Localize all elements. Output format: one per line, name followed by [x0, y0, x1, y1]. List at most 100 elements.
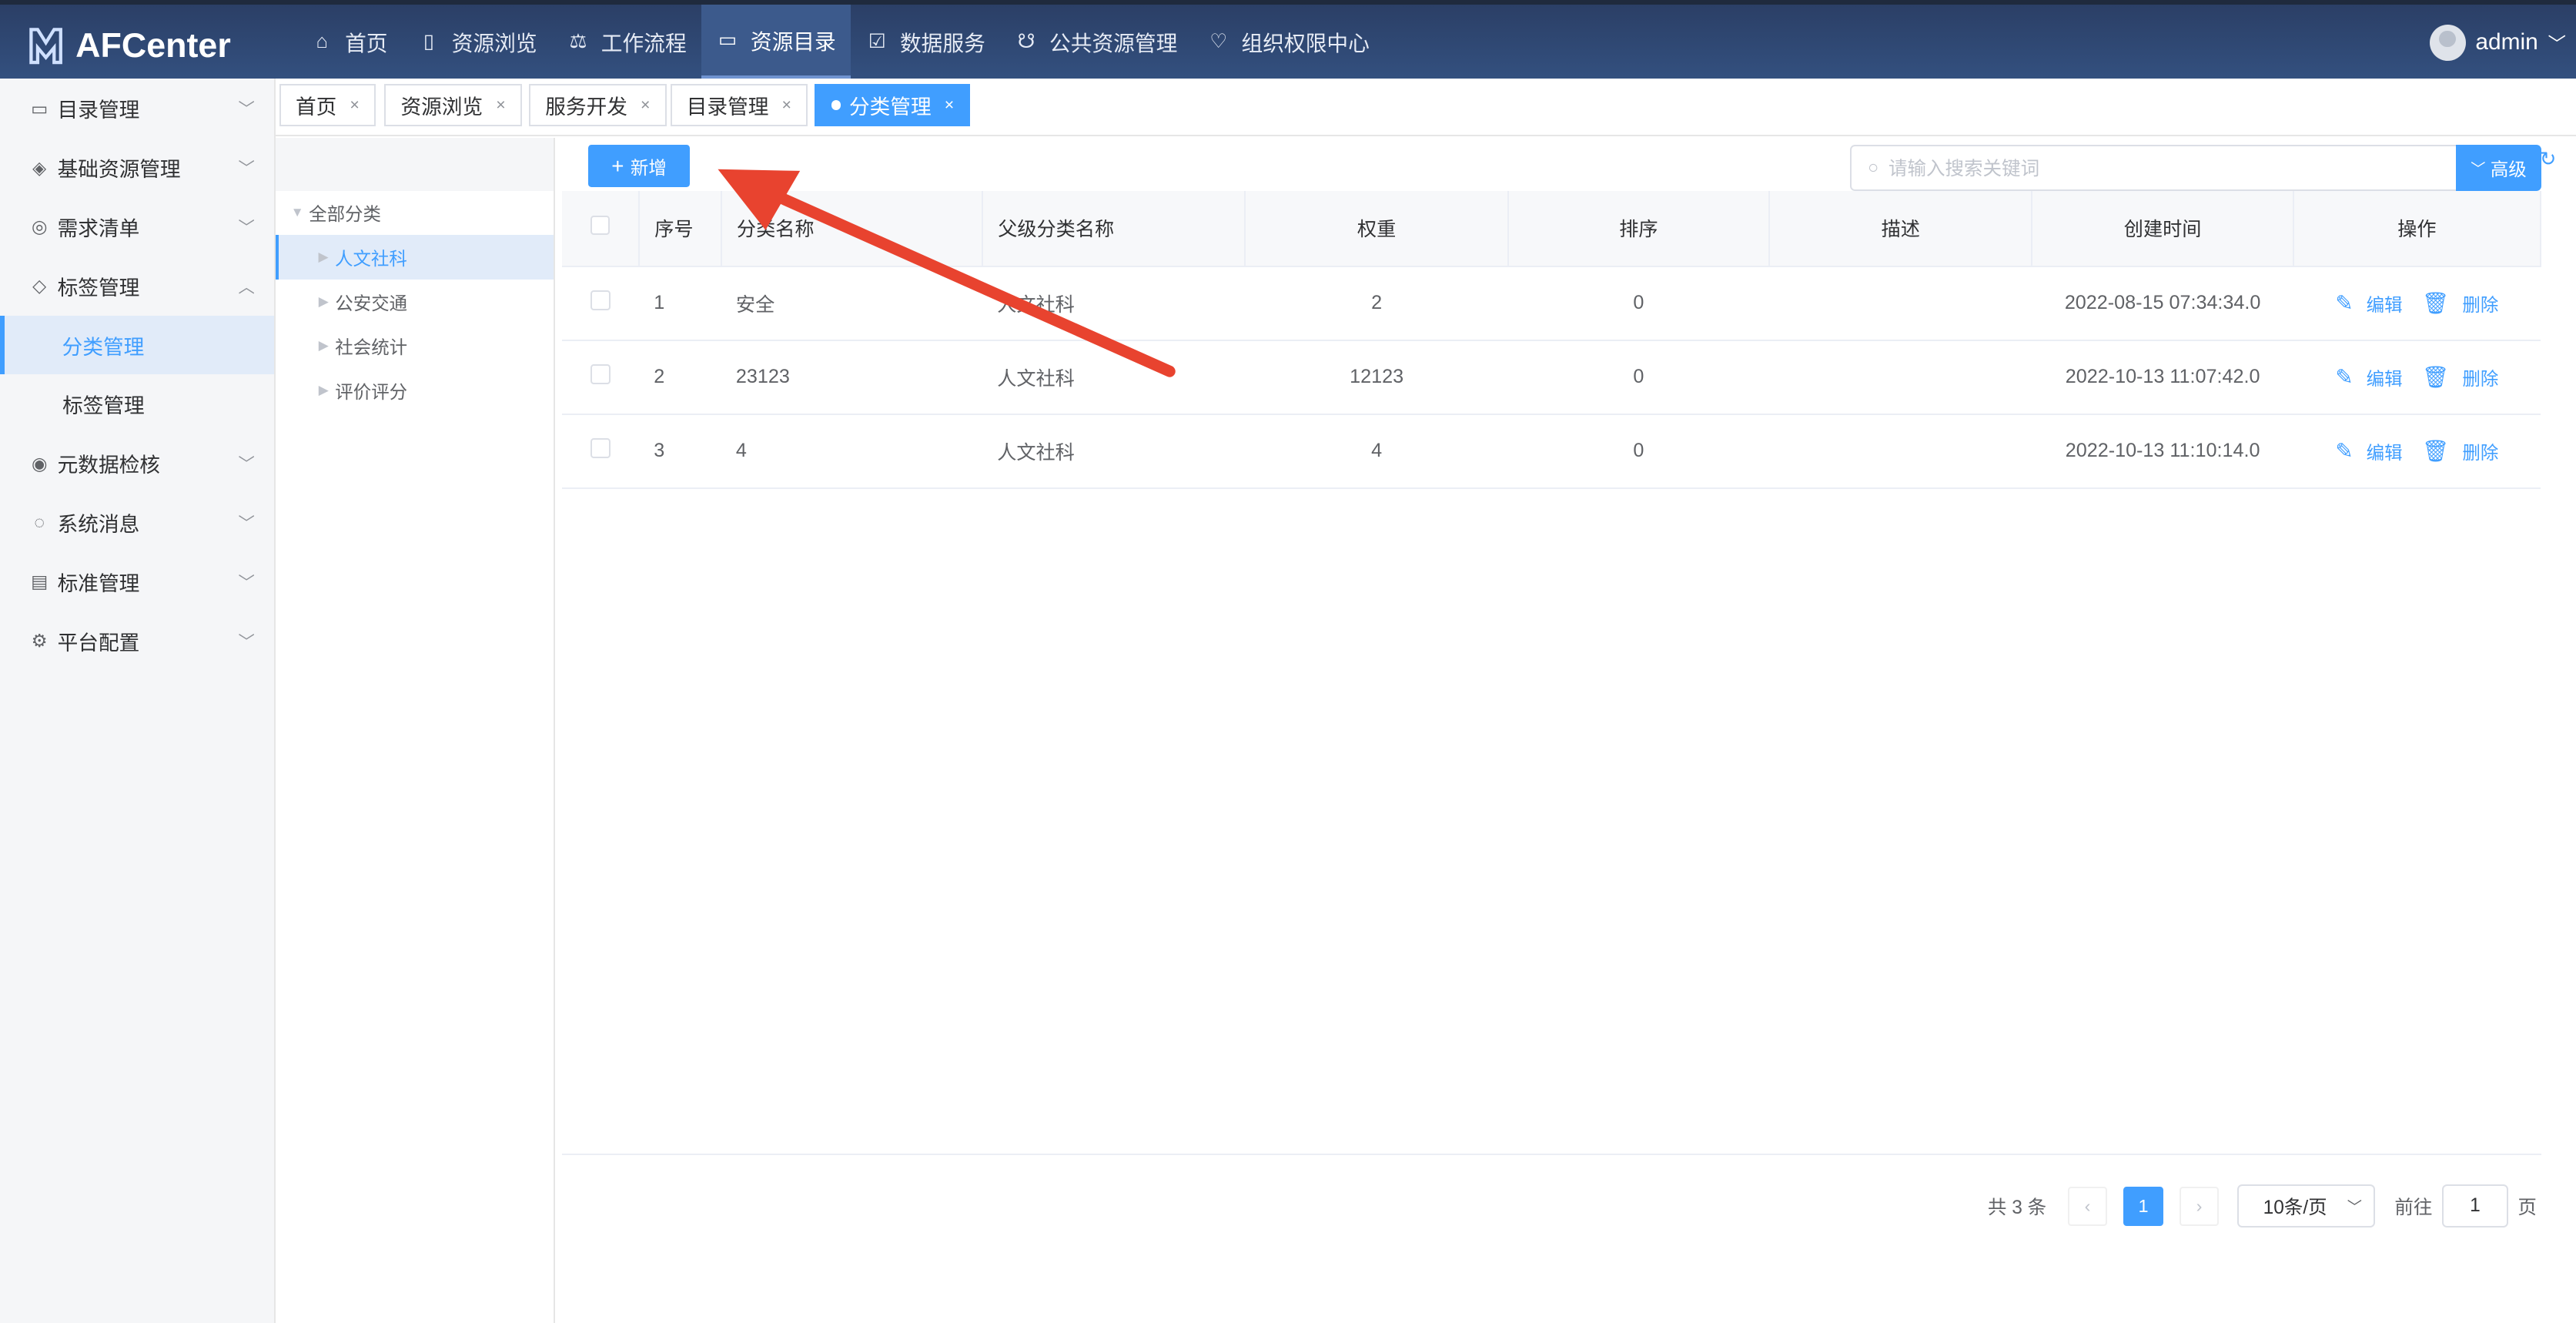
edit-button[interactable]: ✎ 编辑	[2335, 364, 2402, 390]
prev-page-button[interactable]: ‹	[2067, 1186, 2108, 1226]
row-checkbox[interactable]	[590, 290, 611, 310]
goto-page-input[interactable]: 1	[2442, 1184, 2508, 1228]
row-select-cell[interactable]	[561, 266, 640, 341]
trash-icon: 🗑	[2422, 291, 2450, 316]
trash-icon: 🗑	[2422, 439, 2450, 464]
sidebar-subitem-0[interactable]: 分类管理	[0, 315, 275, 375]
page-button-current[interactable]: 1	[2123, 1186, 2163, 1226]
cell-desc	[1769, 266, 2032, 341]
tab-2[interactable]: 服务开发 ×	[529, 83, 667, 127]
col-header-created: 创建时间	[2032, 190, 2294, 267]
col-header-order: 排序	[1507, 190, 1771, 267]
cell-created: 2022-10-13 11:07:42.0	[2032, 340, 2293, 415]
chevron-down-icon: ﹀	[2471, 161, 2486, 178]
top-nav-item-6[interactable]: ♡ 组织权限中心	[1193, 5, 1385, 79]
close-icon[interactable]: ×	[496, 95, 505, 115]
top-nav-label: 工作流程	[601, 32, 687, 55]
cell-created: 2022-10-13 11:10:14.0	[2032, 414, 2293, 489]
top-nav-item-4[interactable]: ☑ 数据服务	[851, 5, 1000, 79]
close-icon[interactable]: ×	[350, 95, 359, 115]
cell-index: 1	[639, 266, 721, 341]
sidebar-subitem-1[interactable]: 标签管理	[0, 374, 274, 434]
cell-desc	[1769, 340, 2032, 415]
top-nav-item-3[interactable]: ▭ 资源目录	[701, 5, 851, 79]
delete-label: 删除	[2462, 294, 2499, 315]
sidebar-item-4[interactable]: ◉ 元数据检核 ﹀	[0, 434, 274, 493]
select-all-checkbox[interactable]	[590, 215, 611, 236]
cell-name: 23123	[721, 340, 982, 415]
tab-label: 服务开发	[545, 95, 627, 119]
tree-node-root[interactable]: ▼ 全部分类	[276, 191, 554, 236]
next-page-button[interactable]: ›	[2179, 1186, 2220, 1226]
delete-button[interactable]: 🗑 删除	[2422, 364, 2498, 390]
tree-node-3[interactable]: ▶ 评价评分	[276, 368, 554, 413]
col-header-weight: 权重	[1245, 190, 1509, 267]
tab-strip: 首页 × 资源浏览 × 服务开发 × 目录管理 × 分类管理 ×	[276, 79, 2576, 137]
top-nav-item-0[interactable]: ⌂ 首页	[296, 5, 403, 79]
row-select-cell[interactable]	[561, 414, 640, 489]
cell-desc	[1769, 414, 2032, 489]
search-input[interactable]: ○ 请输入搜索关键词	[1849, 144, 2458, 191]
close-icon[interactable]: ×	[945, 95, 954, 115]
user-menu[interactable]: admin ﹀	[2429, 24, 2566, 61]
row-checkbox[interactable]	[590, 438, 611, 458]
row-checkbox[interactable]	[590, 364, 611, 384]
home-icon: ⌂	[316, 30, 328, 52]
tree-node-2[interactable]: ▶ 社会统计	[276, 323, 554, 368]
sidebar-item-1[interactable]: ◈ 基础资源管理 ﹀	[0, 138, 274, 197]
cell-actions: ✎ 编辑 🗑 删除	[2293, 414, 2541, 489]
search-icon: ○	[1867, 157, 1879, 178]
cell-name: 安全	[721, 266, 982, 341]
sidebar-item-2[interactable]: ◎ 需求清单 ﹀	[0, 197, 274, 256]
tree-node-0[interactable]: ▶ 人文社科	[276, 235, 554, 280]
col-header-actions: 操作	[2293, 190, 2541, 267]
cell-actions: ✎ 编辑 🗑 删除	[2293, 340, 2541, 415]
tab-4[interactable]: 分类管理 ×	[815, 83, 971, 127]
chevron-up-icon: ︿	[238, 277, 255, 296]
sidebar-item-6[interactable]: ▤ 标准管理 ﹀	[0, 552, 274, 611]
sidebar-item-label: 需求清单	[57, 216, 140, 240]
tab-0[interactable]: 首页 ×	[279, 83, 376, 127]
refresh-icon[interactable]: ↻	[2540, 148, 2556, 171]
tab-1[interactable]: 资源浏览 ×	[384, 83, 522, 127]
col-header-parent: 父级分类名称	[982, 190, 1246, 267]
top-nav-item-1[interactable]: ▯ 资源浏览	[403, 5, 552, 79]
select-all-header[interactable]	[561, 190, 641, 267]
chevron-down-icon: ﹀	[238, 573, 255, 592]
advanced-search-button[interactable]: ﹀ 高级	[2456, 144, 2541, 191]
layers-icon: ◈	[32, 157, 47, 178]
edit-button[interactable]: ✎ 编辑	[2335, 438, 2402, 464]
cell-order: 0	[1507, 340, 1770, 415]
active-dot-icon	[831, 100, 841, 110]
row-select-cell[interactable]	[561, 340, 640, 415]
add-button[interactable]: + 新增	[587, 144, 691, 188]
sidebar-item-5[interactable]: ◌ 系统消息 ﹀	[0, 493, 274, 552]
delete-button[interactable]: 🗑 删除	[2422, 290, 2498, 317]
page-size-select[interactable]: 10条/页 ﹀	[2236, 1184, 2375, 1228]
plus-icon: +	[611, 153, 624, 178]
sidebar-item-7[interactable]: ⚙ 平台配置 ﹀	[0, 611, 274, 671]
close-icon[interactable]: ×	[641, 95, 650, 115]
chat-icon: ◌	[34, 512, 45, 533]
table-row: 2 23123 人文社科 12123 0 2022-10-13 11:07:42.0 ✎ 编辑…	[561, 340, 2541, 415]
people-icon: ☋	[1017, 31, 1035, 52]
col-header-index: 序号	[639, 190, 722, 267]
top-nav: ⌂ 首页 ▯ 资源浏览 ⚖ 工作流程 ▭ 资源目录 ☑ 数据服务 ☋ 公共资源管理 ♡ 组织权限中心	[296, 5, 1384, 79]
cell-name: 4	[721, 414, 982, 489]
edit-button[interactable]: ✎ 编辑	[2335, 290, 2402, 317]
app-logo[interactable]: AFCenter	[26, 21, 231, 70]
sidebar-item-0[interactable]: ▭ 目录管理 ﹀	[0, 79, 274, 138]
advanced-label: 高级	[2490, 159, 2527, 179]
top-nav-item-2[interactable]: ⚖ 工作流程	[552, 5, 701, 79]
scale-icon: ⚖	[569, 31, 587, 52]
close-icon[interactable]: ×	[781, 95, 791, 115]
tree-node-1[interactable]: ▶ 公安交通	[276, 280, 554, 324]
sidebar-item-label: 平台配置	[57, 631, 140, 655]
delete-button[interactable]: 🗑 删除	[2422, 438, 2498, 464]
sidebar-item-3[interactable]: ◇ 标签管理 ︿	[0, 256, 274, 316]
tab-3[interactable]: 目录管理 ×	[670, 83, 808, 127]
top-nav-item-5[interactable]: ☋ 公共资源管理	[1000, 5, 1193, 79]
caret-right-icon: ▶	[318, 338, 329, 353]
edit-icon: ✎	[2335, 365, 2354, 390]
sidebar-item-label: 元数据检核	[57, 454, 160, 477]
